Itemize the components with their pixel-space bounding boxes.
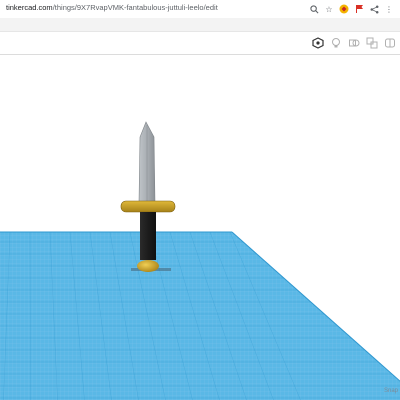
- url-path: /things/9X7RvapVMK-fantabulous-juttuli-l…: [52, 3, 218, 12]
- scene-canvas[interactable]: [0, 55, 400, 400]
- bookmarks-strip: [0, 18, 400, 32]
- url-host: tinkercad.com: [6, 3, 53, 12]
- zoom-icon[interactable]: [309, 4, 319, 14]
- snap-grid-label[interactable]: Snap: [384, 388, 398, 394]
- star-icon[interactable]: ☆: [324, 4, 334, 14]
- extension-icon[interactable]: [339, 4, 349, 14]
- shape-icon[interactable]: [348, 37, 360, 49]
- light-bulb-icon[interactable]: [330, 37, 342, 49]
- more-icon[interactable]: ⋮: [384, 4, 394, 14]
- browser-action-icons: ☆ ⋮: [309, 3, 394, 15]
- sword-guard[interactable]: [120, 200, 176, 213]
- sword-pommel[interactable]: [137, 260, 159, 272]
- mirror-icon[interactable]: [384, 37, 396, 49]
- url-field[interactable]: tinkercad.com/things/9X7RvapVMK-fantabul…: [6, 3, 218, 12]
- editor-toolbar: [0, 32, 400, 55]
- editor-tools: [312, 37, 396, 49]
- workplane-fine-grid: [0, 232, 400, 400]
- browser-address-bar: tinkercad.com/things/9X7RvapVMK-fantabul…: [0, 0, 400, 19]
- 3d-viewport[interactable]: Snap: [0, 55, 400, 400]
- workplane-grid[interactable]: [0, 231, 400, 400]
- group-icon[interactable]: [366, 37, 378, 49]
- sword-handle[interactable]: [140, 212, 156, 260]
- flag-icon[interactable]: [354, 4, 364, 14]
- share-icon[interactable]: [369, 4, 379, 14]
- view-cube-icon[interactable]: [312, 37, 324, 49]
